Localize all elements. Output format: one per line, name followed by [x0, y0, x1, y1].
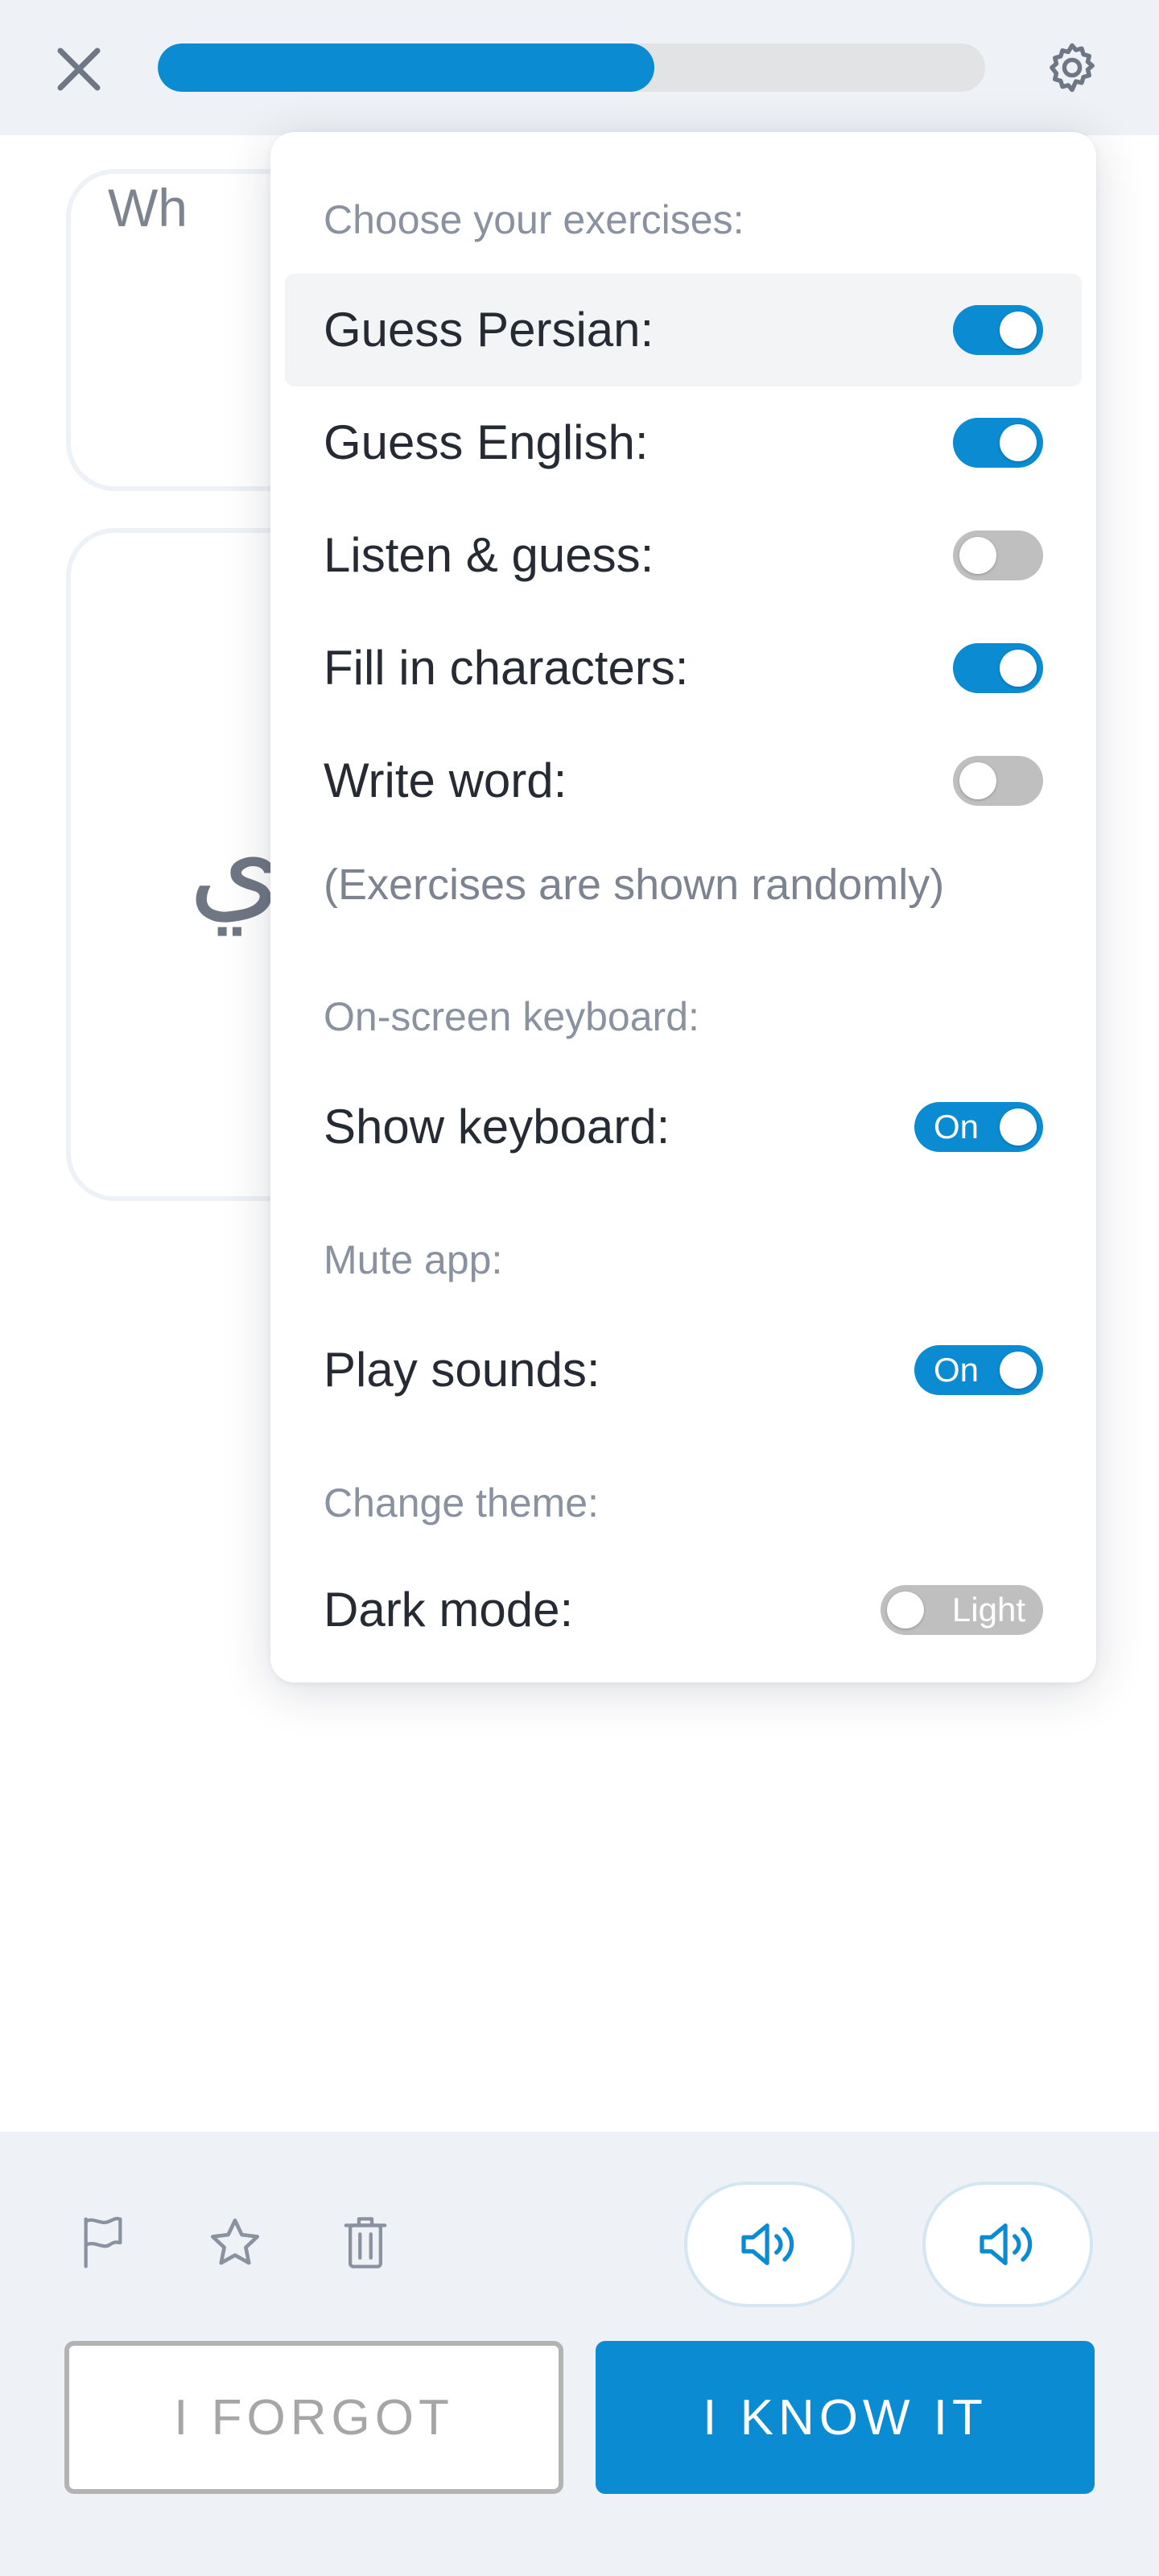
toggle-keyboard[interactable]: On — [914, 1102, 1043, 1152]
toggle-state-label: On — [934, 1351, 980, 1389]
keyboard-section-label: On-screen keyboard: — [324, 994, 699, 1039]
toggle-theme[interactable]: Light — [881, 1585, 1043, 1635]
toggle-state-label: On — [934, 1108, 980, 1146]
star-icon — [210, 2218, 260, 2265]
toggle-knob — [1000, 1108, 1037, 1146]
keyboard-label: Show keyboard: — [324, 1100, 670, 1154]
gear-icon — [1050, 43, 1095, 93]
sound-button-1[interactable] — [684, 2182, 855, 2307]
exercise-write-word[interactable]: Write word: — [285, 724, 1082, 837]
exercise-label: Guess Persian: — [324, 303, 654, 357]
toggle-guess-persian[interactable] — [953, 305, 1043, 355]
exercise-label: Guess English: — [324, 415, 649, 469]
delete-button[interactable] — [333, 2211, 398, 2275]
toggle-knob — [959, 537, 996, 574]
toggle-sounds[interactable]: On — [914, 1345, 1043, 1395]
exercise-listen-guess[interactable]: Listen & guess: — [285, 499, 1082, 612]
toggle-guess-english[interactable] — [953, 418, 1043, 468]
mute-section-label: Mute app: — [324, 1237, 503, 1282]
theme-section-label: Change theme: — [324, 1480, 599, 1525]
trash-icon — [344, 2217, 387, 2268]
settings-button[interactable] — [1033, 34, 1111, 101]
toggle-knob — [1000, 424, 1037, 461]
exercises-section-label: Choose your exercises: — [324, 197, 744, 242]
toggle-knob — [887, 1591, 924, 1629]
toggle-state-label: Light — [951, 1591, 1025, 1629]
random-note: (Exercises are shown randomly) — [324, 861, 945, 909]
progress-bar — [158, 43, 985, 92]
toggle-write-word[interactable] — [953, 756, 1043, 806]
close-icon — [57, 47, 101, 91]
exercise-label: Fill in characters: — [324, 641, 689, 695]
exercise-fill-characters[interactable]: Fill in characters: — [285, 612, 1082, 724]
close-button[interactable] — [45, 35, 113, 103]
sound-button-2[interactable] — [922, 2182, 1093, 2307]
toggle-knob — [1000, 650, 1037, 687]
exercise-guess-english[interactable]: Guess English: — [285, 386, 1082, 499]
know-it-button[interactable]: I KNOW IT — [596, 2341, 1095, 2494]
speaker-icon — [741, 2223, 794, 2265]
question-text: Wh — [108, 178, 188, 237]
toggle-knob — [959, 762, 996, 799]
theme-row[interactable]: Dark mode: Light — [285, 1554, 1082, 1666]
exercise-guess-persian[interactable]: Guess Persian: — [285, 274, 1082, 386]
toggle-fill-characters[interactable] — [953, 643, 1043, 693]
flag-button[interactable] — [71, 2211, 135, 2275]
toggle-knob — [1000, 1352, 1037, 1389]
sounds-row[interactable]: Play sounds: On — [285, 1314, 1082, 1426]
toggle-knob — [1000, 312, 1037, 349]
toggle-listen-guess[interactable] — [953, 530, 1043, 580]
keyboard-row[interactable]: Show keyboard: On — [285, 1071, 1082, 1183]
settings-panel: Choose your exercises: Guess Persian: Gu… — [270, 132, 1096, 1682]
sounds-label: Play sounds: — [324, 1343, 600, 1397]
speaker-icon — [980, 2223, 1033, 2265]
forgot-button[interactable]: I FORGOT — [64, 2341, 563, 2494]
star-button[interactable] — [203, 2211, 267, 2275]
flag-icon — [84, 2216, 122, 2268]
progress-fill — [158, 43, 654, 92]
exercise-label: Listen & guess: — [324, 528, 654, 582]
top-bar — [0, 0, 1159, 135]
theme-label: Dark mode: — [324, 1583, 574, 1637]
exercise-label: Write word: — [324, 753, 567, 807]
